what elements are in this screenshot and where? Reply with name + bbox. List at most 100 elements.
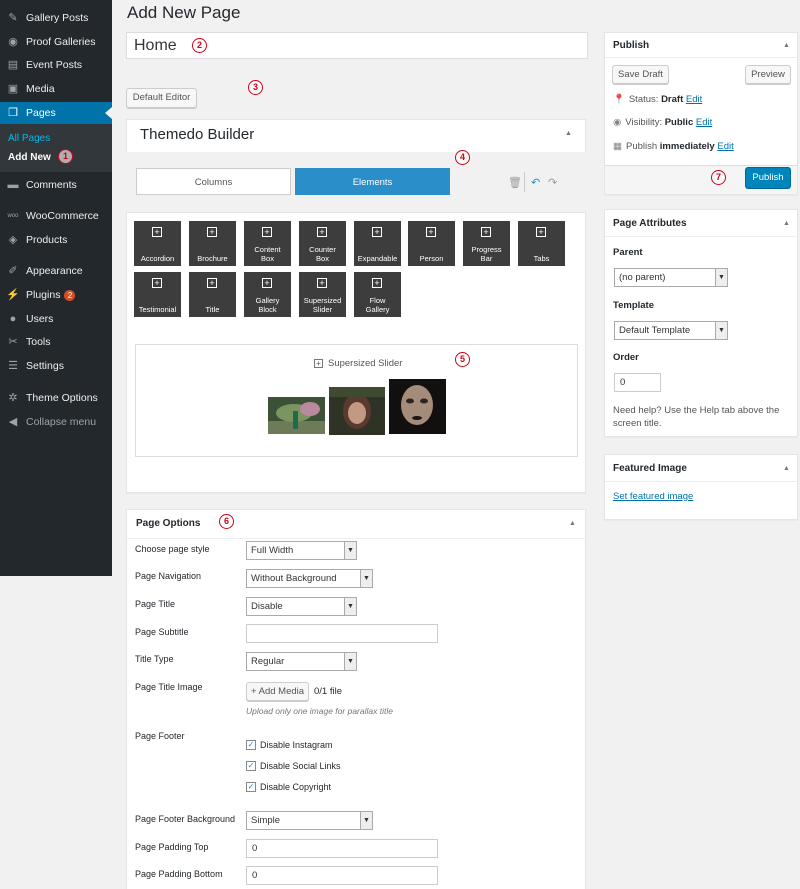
add-media-button[interactable]: + Add Media — [246, 682, 309, 701]
users-icon: ● — [9, 313, 17, 325]
featured-image-box: Featured Image ▲ Set featured image — [604, 454, 798, 520]
preview-button[interactable]: Preview — [745, 65, 791, 84]
sidebar-item-proof-galleries[interactable]: ◉ Proof Galleries — [0, 31, 112, 53]
undo-icon[interactable]: ↶ — [531, 176, 540, 189]
element-brochure-button[interactable]: + Brochure — [189, 221, 236, 266]
element-label-line: Testimonial — [138, 304, 177, 314]
gear-icon: ✲ — [8, 392, 18, 404]
callout-4: 4 — [455, 150, 470, 165]
disable-copyright-checkbox[interactable]: ✓ Disable Copyright — [246, 782, 331, 792]
publish-date-row: ▦ Publish immediately Edit — [613, 141, 734, 152]
sidebar-item-settings[interactable]: ☰ Settings — [0, 355, 112, 377]
callout-6: 6 — [219, 514, 234, 529]
builder-toggle-icon[interactable]: ▲ — [565, 130, 572, 137]
parent-label: Parent — [613, 247, 643, 258]
trash-icon[interactable]: 🗑 — [508, 176, 522, 189]
tab-columns[interactable]: Columns — [136, 168, 291, 195]
padding-bottom-input[interactable]: 0 — [246, 866, 438, 885]
chevron-down-icon: ▼ — [344, 653, 356, 670]
eye-icon: ◉ — [8, 36, 18, 48]
order-input[interactable]: 0 — [614, 373, 661, 392]
calendar-icon: ▤ — [7, 59, 19, 71]
template-select[interactable]: Default Template ▼ — [614, 321, 728, 340]
page-options-title: Page Options — [136, 518, 201, 529]
edit-date-link[interactable]: Edit — [717, 141, 733, 152]
sidebar-item-woocommerce[interactable]: woo WooCommerce — [0, 205, 112, 227]
default-editor-button[interactable]: Default Editor — [126, 88, 197, 108]
element-tabs-button[interactable]: + Tabs — [518, 221, 565, 266]
disable-social-links-checkbox[interactable]: ✓ Disable Social Links — [246, 761, 341, 771]
save-draft-button[interactable]: Save Draft — [612, 65, 669, 84]
plus-icon: + — [262, 278, 272, 288]
publish-toggle-icon[interactable]: ▲ — [783, 42, 790, 49]
page-title-image-label: Page Title Image — [135, 682, 203, 692]
element-accordion-button[interactable]: + Accordion — [134, 221, 181, 266]
title-type-select[interactable]: Regular ▼ — [246, 652, 357, 671]
sidebar-item-theme-options[interactable]: ✲ Theme Options — [0, 387, 112, 409]
page-subtitle-label: Page Subtitle — [135, 627, 189, 637]
element-label: Person — [408, 253, 455, 264]
sidebar-item-products[interactable]: ◈ Products — [0, 229, 112, 251]
element-label-line: Box — [261, 253, 274, 263]
element-testimonial-button[interactable]: + Testimonial — [134, 272, 181, 317]
element-gallery-block-button[interactable]: + Gallery Block — [244, 272, 291, 317]
element-label: Testimonial — [134, 304, 181, 315]
media-file-count: 0/1 file — [314, 686, 342, 697]
sidebar-item-media[interactable]: ▣ Media — [0, 78, 112, 100]
page-options-divider — [127, 538, 585, 539]
eye-icon: ◉ — [613, 117, 622, 128]
sidebar-item-users[interactable]: ● Users — [0, 308, 112, 330]
attributes-divider — [605, 236, 797, 237]
attributes-toggle-icon[interactable]: ▲ — [783, 220, 790, 227]
order-label: Order — [613, 352, 639, 363]
tab-elements[interactable]: Elements — [295, 168, 450, 195]
set-featured-image-link[interactable]: Set featured image — [613, 491, 693, 502]
page-subtitle-input[interactable] — [246, 624, 438, 643]
supersized-slider-block[interactable]: + Supersized Slider — [135, 344, 578, 457]
page-navigation-select[interactable]: Without Background ▼ — [246, 569, 373, 588]
plugins-update-badge: 2 — [64, 289, 76, 301]
featured-divider — [605, 481, 797, 482]
sidebar-item-appearance[interactable]: ✐ Appearance — [0, 260, 112, 282]
sidebar-item-comments[interactable]: ▬ Comments — [0, 174, 112, 196]
element-label-line: Tabs — [533, 253, 550, 263]
element-supersized-slider-button[interactable]: + Supersized Slider — [299, 272, 346, 317]
chevron-down-icon: ▼ — [360, 812, 372, 829]
publish-button[interactable]: Publish — [745, 167, 791, 189]
element-counter-box-button[interactable]: + Counter Box — [299, 221, 346, 266]
element-label-line: Brochure — [197, 253, 228, 263]
publish-box-title: Publish — [613, 40, 650, 51]
element-person-button[interactable]: + Person — [408, 221, 455, 266]
sidebar-item-event-posts[interactable]: ▤ Event Posts — [0, 54, 112, 76]
element-content-box-button[interactable]: + Content Box — [244, 221, 291, 266]
sidebar-item-gallery-posts[interactable]: ✎ Gallery Posts — [0, 7, 112, 29]
disable-instagram-checkbox[interactable]: ✓ Disable Instagram — [246, 740, 333, 750]
submenu-add-new[interactable]: Add New — [8, 152, 51, 163]
page-title-select[interactable]: Disable ▼ — [246, 597, 357, 616]
padding-top-input[interactable]: 0 — [246, 839, 438, 858]
footer-background-select[interactable]: Simple ▼ — [246, 811, 373, 830]
parent-select[interactable]: (no parent) ▼ — [614, 268, 728, 287]
template-label: Template — [613, 300, 655, 311]
element-title-button[interactable]: + Title — [189, 272, 236, 317]
page-options-toggle-icon[interactable]: ▲ — [569, 520, 576, 527]
edit-visibility-link[interactable]: Edit — [696, 117, 712, 128]
page-style-select[interactable]: Full Width ▼ — [246, 541, 357, 560]
page-title: Add New Page — [127, 3, 241, 22]
element-label-line: Gallery — [365, 304, 390, 314]
sidebar-item-plugins[interactable]: ⚡ Plugins 2 — [0, 284, 112, 306]
element-label-line: Person — [419, 253, 444, 263]
comments-icon: ▬ — [7, 179, 19, 191]
sidebar-item-tools[interactable]: ✂ Tools — [0, 331, 112, 353]
builder-title: Themedo Builder — [140, 126, 255, 143]
featured-toggle-icon[interactable]: ▲ — [783, 465, 790, 472]
element-progress-bar-button[interactable]: + Progress Bar — [463, 221, 510, 266]
collapse-menu-button[interactable]: ◀ Collapse menu — [0, 411, 112, 433]
element-label: Counter Box — [299, 245, 346, 263]
element-flow-gallery-button[interactable]: + Flow Gallery — [354, 272, 401, 317]
sidebar-item-pages[interactable]: ❐ Pages — [0, 102, 112, 124]
redo-icon[interactable]: ↷ — [548, 176, 557, 189]
element-expandable-button[interactable]: + Expandable — [354, 221, 401, 266]
edit-status-link[interactable]: Edit — [686, 94, 702, 105]
submenu-all-pages[interactable]: All Pages — [8, 133, 50, 144]
